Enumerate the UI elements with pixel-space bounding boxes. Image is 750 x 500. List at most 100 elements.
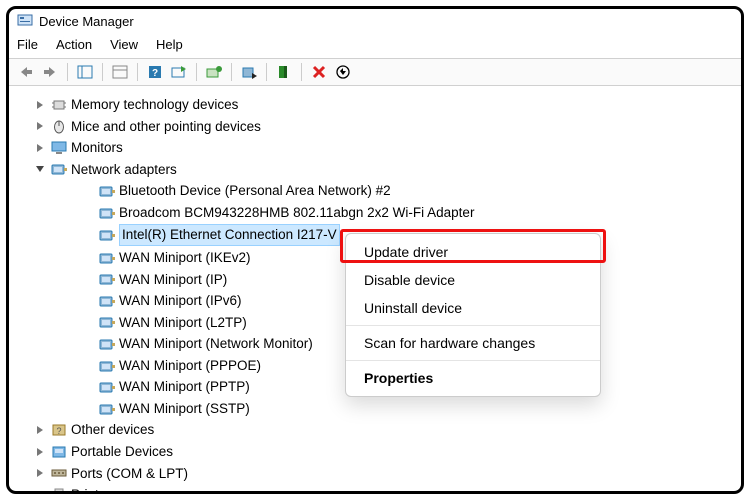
printer-icon xyxy=(51,488,67,494)
menu-view[interactable]: View xyxy=(110,37,138,52)
expand-icon xyxy=(81,294,95,308)
toolbar-separator xyxy=(266,63,267,81)
back-button[interactable] xyxy=(15,62,37,82)
menu-uninstall-device[interactable]: Uninstall device xyxy=(346,294,600,322)
disable-button[interactable] xyxy=(238,62,260,82)
device-category[interactable]: ? Other devices xyxy=(33,419,737,441)
port-icon xyxy=(51,466,67,480)
toolbar-separator xyxy=(196,63,197,81)
tree-item-label: Other devices xyxy=(71,420,154,440)
expand-icon[interactable] xyxy=(33,466,47,480)
help-button[interactable]: ? xyxy=(144,62,166,82)
expand-icon xyxy=(81,315,95,329)
nic-icon xyxy=(99,380,115,394)
toolbar-separator xyxy=(301,63,302,81)
tree-item-label: WAN Miniport (SSTP) xyxy=(119,399,250,419)
menu-properties[interactable]: Properties xyxy=(346,364,600,392)
scan-button[interactable] xyxy=(168,62,190,82)
device-item[interactable]: Broadcom BCM943228HMB 802.11abgn 2x2 Wi-… xyxy=(33,202,737,224)
toolbar-separator xyxy=(137,63,138,81)
menu-help[interactable]: Help xyxy=(156,37,183,52)
tree-item-label: Intel(R) Ethernet Connection I217-V xyxy=(119,224,340,246)
nic-icon xyxy=(99,206,115,220)
nic-icon xyxy=(99,294,115,308)
tree-item-label: Portable Devices xyxy=(71,442,173,462)
nic-icon xyxy=(99,184,115,198)
expand-icon xyxy=(81,380,95,394)
menu-update-driver[interactable]: Update driver xyxy=(346,238,600,266)
tree-item-label: Bluetooth Device (Personal Area Network)… xyxy=(119,181,391,201)
window-frame: Device Manager File Action View Help ? M… xyxy=(6,6,744,494)
svg-text:?: ? xyxy=(152,68,158,79)
device-category[interactable]: Monitors xyxy=(33,137,737,159)
monitor-icon xyxy=(51,141,67,155)
titlebar: Device Manager xyxy=(9,9,741,33)
expand-icon[interactable] xyxy=(33,488,47,494)
device-item[interactable]: WAN Miniport (SSTP) xyxy=(33,398,737,420)
mouse-icon xyxy=(51,119,67,133)
tree-item-label: WAN Miniport (L2TP) xyxy=(119,313,247,333)
toolbar-separator xyxy=(231,63,232,81)
toolbar-separator xyxy=(67,63,68,81)
toolbar-separator xyxy=(102,63,103,81)
expand-icon xyxy=(81,272,95,286)
tree-item-label: WAN Miniport (PPTP) xyxy=(119,377,250,397)
device-category[interactable]: Portable Devices xyxy=(33,441,737,463)
other-icon: ? xyxy=(51,423,67,437)
uninstall-button[interactable] xyxy=(308,62,330,82)
tree-item-label: Mice and other pointing devices xyxy=(71,117,261,137)
menu-scan-hardware[interactable]: Scan for hardware changes xyxy=(346,329,600,357)
show-hidden-button[interactable] xyxy=(74,62,96,82)
enable-button[interactable] xyxy=(273,62,295,82)
tree-item-label: Monitors xyxy=(71,138,123,158)
nic-icon xyxy=(99,337,115,351)
device-category[interactable]: Mice and other pointing devices xyxy=(33,116,737,138)
nic-icon xyxy=(99,402,115,416)
expand-icon[interactable] xyxy=(33,98,47,112)
svg-text:?: ? xyxy=(56,426,61,436)
nic-icon xyxy=(99,359,115,373)
chip-icon xyxy=(51,98,67,112)
properties-button[interactable] xyxy=(109,62,131,82)
expand-icon xyxy=(81,228,95,242)
menu-disable-device[interactable]: Disable device xyxy=(346,266,600,294)
tree-item-label: Network adapters xyxy=(71,160,177,180)
tree-item-label: WAN Miniport (IPv6) xyxy=(119,291,242,311)
device-category[interactable]: Network adapters xyxy=(33,159,737,181)
tree-item-label: Memory technology devices xyxy=(71,95,238,115)
device-category[interactable]: Print queues xyxy=(33,484,737,494)
expand-icon[interactable] xyxy=(33,141,47,155)
device-category[interactable]: Ports (COM & LPT) xyxy=(33,463,737,485)
update-driver-button[interactable] xyxy=(203,62,225,82)
app-icon xyxy=(17,13,33,29)
action-button[interactable] xyxy=(332,62,354,82)
expand-icon xyxy=(81,206,95,220)
expand-icon[interactable] xyxy=(33,423,47,437)
expand-icon[interactable] xyxy=(33,162,47,176)
tree-item-label: Broadcom BCM943228HMB 802.11abgn 2x2 Wi-… xyxy=(119,203,474,223)
expand-icon xyxy=(81,184,95,198)
context-menu: Update driver Disable device Uninstall d… xyxy=(345,233,601,397)
forward-button[interactable] xyxy=(39,62,61,82)
nic-icon xyxy=(99,228,115,242)
tree-item-label: Ports (COM & LPT) xyxy=(71,464,188,484)
expand-icon[interactable] xyxy=(33,119,47,133)
menu-file[interactable]: File xyxy=(17,37,38,52)
nic-icon xyxy=(51,162,67,176)
expand-icon[interactable] xyxy=(33,445,47,459)
tree-item-label: Print queues xyxy=(71,485,147,494)
menu-action[interactable]: Action xyxy=(56,37,92,52)
toolbar: ? xyxy=(9,58,741,86)
tree-item-label: WAN Miniport (PPPOE) xyxy=(119,356,261,376)
nic-icon xyxy=(99,315,115,329)
menu-separator xyxy=(346,325,600,326)
nic-icon xyxy=(99,272,115,286)
device-item[interactable]: Bluetooth Device (Personal Area Network)… xyxy=(33,180,737,202)
expand-icon xyxy=(81,402,95,416)
portable-icon xyxy=(51,445,67,459)
tree-item-label: WAN Miniport (IP) xyxy=(119,270,227,290)
menubar: File Action View Help xyxy=(9,33,741,58)
device-category[interactable]: Memory technology devices xyxy=(33,94,737,116)
expand-icon xyxy=(81,337,95,351)
nic-icon xyxy=(99,251,115,265)
